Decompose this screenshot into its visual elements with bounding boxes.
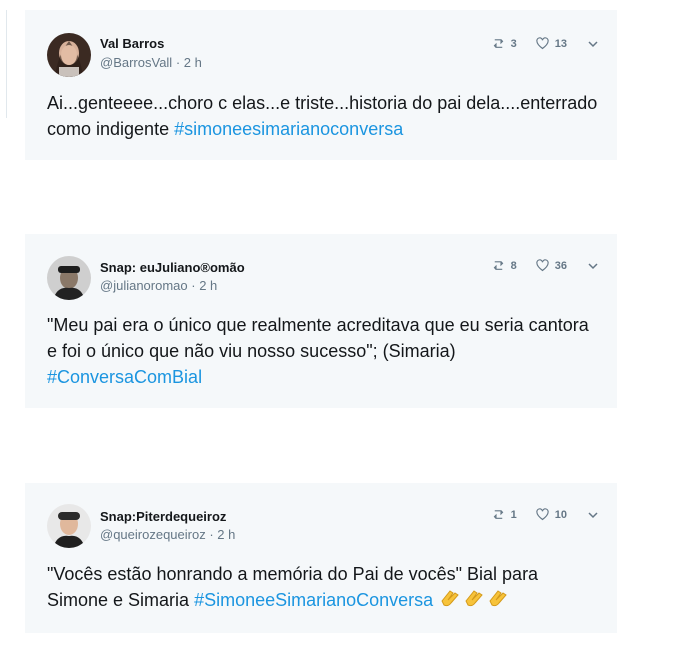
- retweet-count: 3: [510, 37, 517, 50]
- chevron-down-icon[interactable]: [587, 260, 599, 272]
- user-handle[interactable]: @julianoromao: [100, 278, 188, 293]
- like-action[interactable]: 10: [535, 507, 567, 522]
- tweet-card[interactable]: Val Barros @BarrosVall · 2 h 3 13 Ai...g…: [25, 10, 617, 160]
- display-name[interactable]: Snap: euJuliano®omão: [100, 260, 245, 275]
- tweet-card[interactable]: Snap: euJuliano®omão @julianoromao · 2 h…: [25, 234, 617, 408]
- tweet-timestamp[interactable]: 2 h: [184, 55, 202, 70]
- tweet-actions: 8 36: [473, 258, 599, 273]
- user-handle[interactable]: @queirozequeiroz: [100, 527, 206, 542]
- retweet-count: 8: [510, 259, 517, 272]
- avatar[interactable]: [47, 504, 91, 548]
- handle-and-time: @BarrosVall · 2 h: [100, 55, 202, 70]
- left-edge-divider: [0, 10, 7, 118]
- retweet-action[interactable]: 3: [491, 36, 517, 51]
- display-name[interactable]: Snap:Piterdequeiroz: [100, 509, 226, 524]
- meta-separator: ·: [187, 278, 200, 293]
- like-action[interactable]: 13: [535, 36, 567, 51]
- handle-and-time: @julianoromao · 2 h: [100, 278, 217, 293]
- display-name[interactable]: Val Barros: [100, 36, 164, 51]
- heart-icon: [536, 259, 549, 272]
- retweet-icon: [493, 510, 503, 519]
- tweet-text: "Vocês estão honrando a memória do Pai d…: [47, 561, 599, 616]
- retweet-count: 1: [510, 508, 517, 521]
- chevron-down-icon[interactable]: [587, 509, 599, 521]
- avatar[interactable]: [47, 256, 91, 300]
- clapping-hands-icon: [438, 587, 510, 616]
- like-action[interactable]: 36: [535, 258, 567, 273]
- tweet-text: "Meu pai era o único que realmente acred…: [47, 312, 599, 390]
- chevron-down-icon[interactable]: [587, 38, 599, 50]
- heart-icon: [536, 508, 549, 521]
- tweet-actions: 3 13: [473, 36, 599, 51]
- meta-separator: ·: [172, 55, 184, 70]
- hashtag-link[interactable]: #ConversaComBial: [47, 367, 202, 387]
- tweet-actions: 1 10: [473, 507, 599, 522]
- tweet-timestamp[interactable]: 2 h: [217, 527, 235, 542]
- avatar[interactable]: [47, 33, 91, 77]
- tweet-card[interactable]: Snap:Piterdequeiroz @queirozequeiroz · 2…: [25, 483, 617, 633]
- like-count: 36: [554, 259, 567, 272]
- tweet-text: Ai...genteeee...choro c elas...e triste.…: [47, 90, 599, 142]
- tweet-body: "Meu pai era o único que realmente acred…: [47, 315, 589, 361]
- hashtag-link[interactable]: #simoneesimarianoconversa: [174, 119, 403, 139]
- retweet-action[interactable]: 8: [491, 258, 517, 273]
- retweet-icon: [493, 39, 503, 48]
- like-count: 13: [554, 37, 567, 50]
- heart-icon: [536, 37, 549, 50]
- handle-and-time: @queirozequeiroz · 2 h: [100, 527, 235, 542]
- tweet-timestamp[interactable]: 2 h: [199, 278, 217, 293]
- retweet-action[interactable]: 1: [491, 507, 517, 522]
- meta-separator: ·: [205, 527, 218, 542]
- hashtag-link[interactable]: #SimoneeSimarianoConversa: [194, 590, 433, 610]
- user-handle[interactable]: @BarrosVall: [100, 55, 172, 70]
- retweet-icon: [493, 261, 503, 270]
- like-count: 10: [554, 508, 567, 521]
